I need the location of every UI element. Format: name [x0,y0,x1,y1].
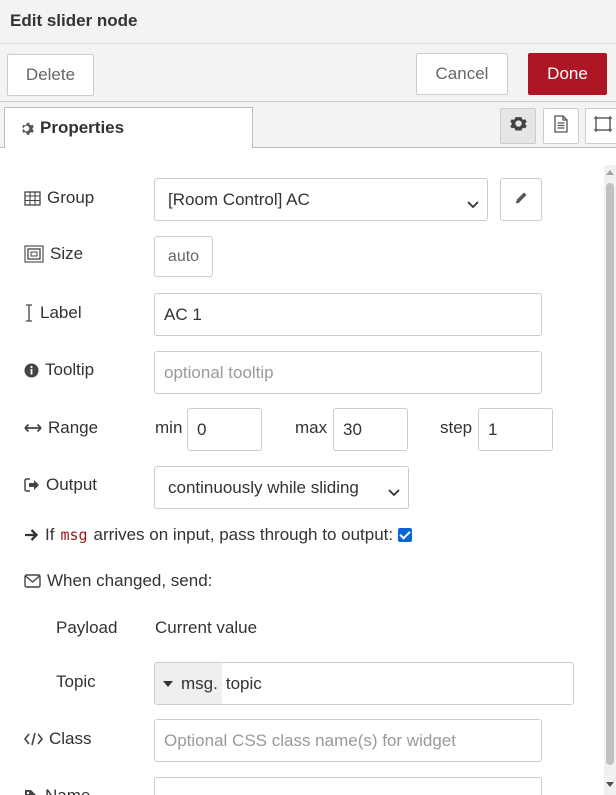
info-circle-icon [24,363,39,378]
group-label: Group [24,188,94,208]
sign-out-icon [24,478,40,492]
passthrough-checkbox[interactable] [398,528,413,542]
dialog-title: Edit slider node [10,11,138,30]
pencil-icon [514,190,528,210]
gear-icon [509,115,527,137]
passthrough-row: If msg arrives on input, pass through to… [24,525,413,545]
class-label: Class [24,729,92,749]
dialog-header: Edit slider node [0,0,616,44]
msg-code: msg [60,526,88,544]
payload-label: Payload [56,618,118,637]
payload-value: Current value [155,618,258,637]
range-min-input[interactable]: 0 [187,408,262,451]
range-label: Range [24,418,98,438]
frame-icon [593,115,613,138]
table-icon [24,190,41,206]
gear-icon [19,121,34,136]
chevron-down-icon [388,482,400,502]
arrow-right-icon [24,528,39,542]
tab-settings[interactable] [500,108,536,144]
class-input[interactable]: Optional CSS class name(s) for widget [154,719,542,762]
when-changed-label: When changed, send: [24,571,212,591]
size-button[interactable]: auto [154,236,213,277]
topic-typed-input[interactable]: msg. topic [154,662,574,705]
name-input[interactable] [154,777,542,795]
delete-button[interactable]: Delete [7,54,94,96]
caret-down-icon [163,680,173,687]
range-max-input[interactable]: 30 [333,408,408,451]
size-label: Size [24,244,83,264]
tooltip-input[interactable]: optional tooltip [154,351,542,394]
tag-icon [24,789,39,795]
output-label: Output [24,475,97,495]
edit-group-button[interactable] [500,178,542,221]
tab-bar: Properties [0,102,616,149]
range-step-input[interactable]: 1 [478,408,553,451]
tab-description[interactable] [543,108,579,144]
done-button[interactable]: Done [528,53,607,95]
tab-properties[interactable]: Properties [4,107,253,149]
topic-type-selector[interactable]: msg. [155,663,222,704]
cancel-button[interactable]: Cancel [416,53,508,95]
resize-icon [24,245,44,263]
properties-panel: Group [Room Control] AC Size auto Label … [0,148,604,795]
range-min-label: min [155,418,183,437]
topic-input[interactable]: topic [222,663,262,704]
chevron-down-icon [467,194,479,214]
range-max-label: max [295,418,328,437]
group-select[interactable]: [Room Control] AC [154,178,488,221]
tab-properties-label: Properties [40,118,125,137]
label-field-label: Label [24,303,82,323]
tooltip-label: Tooltip [24,360,94,380]
scroll-down-icon[interactable] [606,782,614,787]
range-step-label: step [440,418,473,437]
code-icon [24,732,43,746]
arrows-h-icon [24,423,42,433]
document-icon [553,114,569,138]
tab-appearance[interactable] [585,108,616,144]
output-select[interactable]: continuously while sliding [154,466,409,509]
text-cursor-icon [24,304,34,322]
vertical-scrollbar[interactable] [604,165,616,795]
dialog-toolbar: Delete Cancel Done [0,44,616,102]
topic-label: Topic [56,672,96,691]
name-label: Name [24,786,90,795]
label-input[interactable]: AC 1 [154,293,542,336]
scrollbar-thumb[interactable] [606,183,614,765]
scroll-up-icon[interactable] [606,170,614,175]
envelope-icon [24,574,41,588]
